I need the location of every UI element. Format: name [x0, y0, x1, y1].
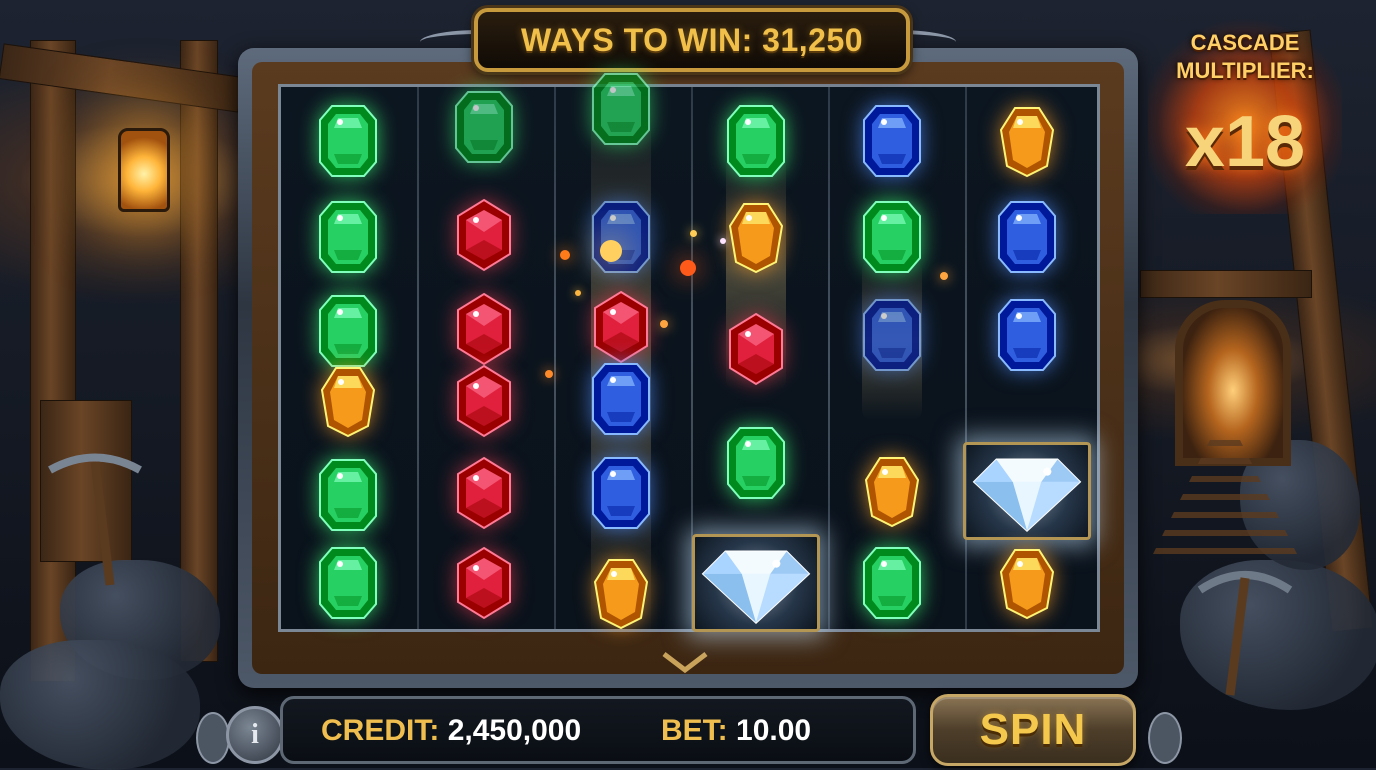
- reel-grid: [278, 84, 1100, 632]
- pickaxe-icon: [48, 453, 142, 586]
- multiplier-value: x18: [1184, 102, 1306, 182]
- spark-particle: [720, 238, 726, 244]
- reel-divider: [965, 87, 967, 629]
- spin-label: SPIN: [979, 705, 1087, 754]
- green-gem-icon: [454, 90, 514, 164]
- spark-particle: [560, 250, 570, 260]
- blue-gem-icon: [591, 362, 651, 436]
- bet-label: BET:: [661, 714, 728, 747]
- blue-gem-icon: [997, 298, 1057, 372]
- green-gem-icon: [318, 294, 378, 368]
- spark-particle: [545, 370, 553, 378]
- ways-to-win-banner: WAYS TO WIN: 31,250: [474, 8, 910, 72]
- blue-gem-icon: [591, 456, 651, 530]
- reel-divider: [417, 87, 419, 629]
- info-icon: i: [251, 719, 259, 750]
- spark-particle: [660, 320, 668, 328]
- red-gem-icon: [591, 290, 651, 364]
- status-bar: CREDIT: 2,450,000 BET: 10.00: [280, 696, 916, 764]
- support-beam: [1140, 270, 1312, 298]
- cascade-multiplier: CASCADE MULTIPLIER: x18: [1148, 14, 1342, 214]
- green-gem-icon: [318, 200, 378, 274]
- green-gem-icon: [318, 104, 378, 178]
- credit-value: 2,450,000: [447, 714, 582, 747]
- red-gem-icon: [454, 364, 514, 438]
- spin-button[interactable]: SPIN: [930, 694, 1136, 766]
- spark-particle: [600, 240, 622, 262]
- blue-gem-icon: [591, 200, 651, 274]
- blue-gem-icon: [862, 298, 922, 372]
- blue-gem-icon: [862, 104, 922, 178]
- green-gem-icon: [726, 104, 786, 178]
- pickaxe-icon: [1197, 571, 1293, 696]
- green-gem-icon: [726, 426, 786, 500]
- green-gem-icon: [862, 546, 922, 620]
- green-gem-icon: [318, 458, 378, 532]
- orange-gem-icon: [997, 104, 1057, 178]
- credit-label: CREDIT:: [321, 714, 440, 747]
- reel-divider: [554, 87, 556, 629]
- lantern-icon: [118, 128, 170, 212]
- support-beam: [180, 40, 218, 662]
- spark-particle: [940, 272, 948, 280]
- multiplier-label-line2: MULTIPLIER:: [1176, 58, 1314, 83]
- rock: [0, 640, 200, 770]
- green-gem-icon: [591, 72, 651, 146]
- red-gem-icon: [454, 292, 514, 366]
- spark-particle: [575, 290, 581, 296]
- orange-gem-icon: [726, 200, 786, 274]
- red-gem-icon: [454, 546, 514, 620]
- orange-gem-icon: [862, 454, 922, 528]
- bar-end-cap: [1148, 712, 1182, 764]
- orange-gem-icon: [318, 364, 378, 438]
- green-gem-icon: [862, 200, 922, 274]
- spark-particle: [690, 230, 697, 237]
- multiplier-label-line1: CASCADE: [1190, 30, 1300, 55]
- ways-to-win-label: WAYS TO WIN: 31,250: [520, 21, 864, 58]
- credit-display: CREDIT: 2,450,000: [321, 713, 581, 749]
- bet-value: 10.00: [736, 714, 812, 747]
- red-gem-icon: [454, 456, 514, 530]
- blue-gem-icon: [997, 200, 1057, 274]
- reel-divider: [828, 87, 830, 629]
- diamond-symbol: [963, 442, 1091, 540]
- red-gem-icon: [726, 312, 786, 386]
- spark-particle: [680, 260, 696, 276]
- bet-display: BET: 10.00: [661, 713, 811, 749]
- orange-gem-icon: [591, 556, 651, 630]
- chevron-down-icon: [662, 652, 708, 674]
- green-gem-icon: [318, 546, 378, 620]
- info-button[interactable]: i: [226, 706, 284, 764]
- orange-gem-icon: [997, 546, 1057, 620]
- bar-end-cap: [196, 712, 230, 764]
- diamond-symbol: [692, 534, 820, 632]
- red-gem-icon: [454, 198, 514, 272]
